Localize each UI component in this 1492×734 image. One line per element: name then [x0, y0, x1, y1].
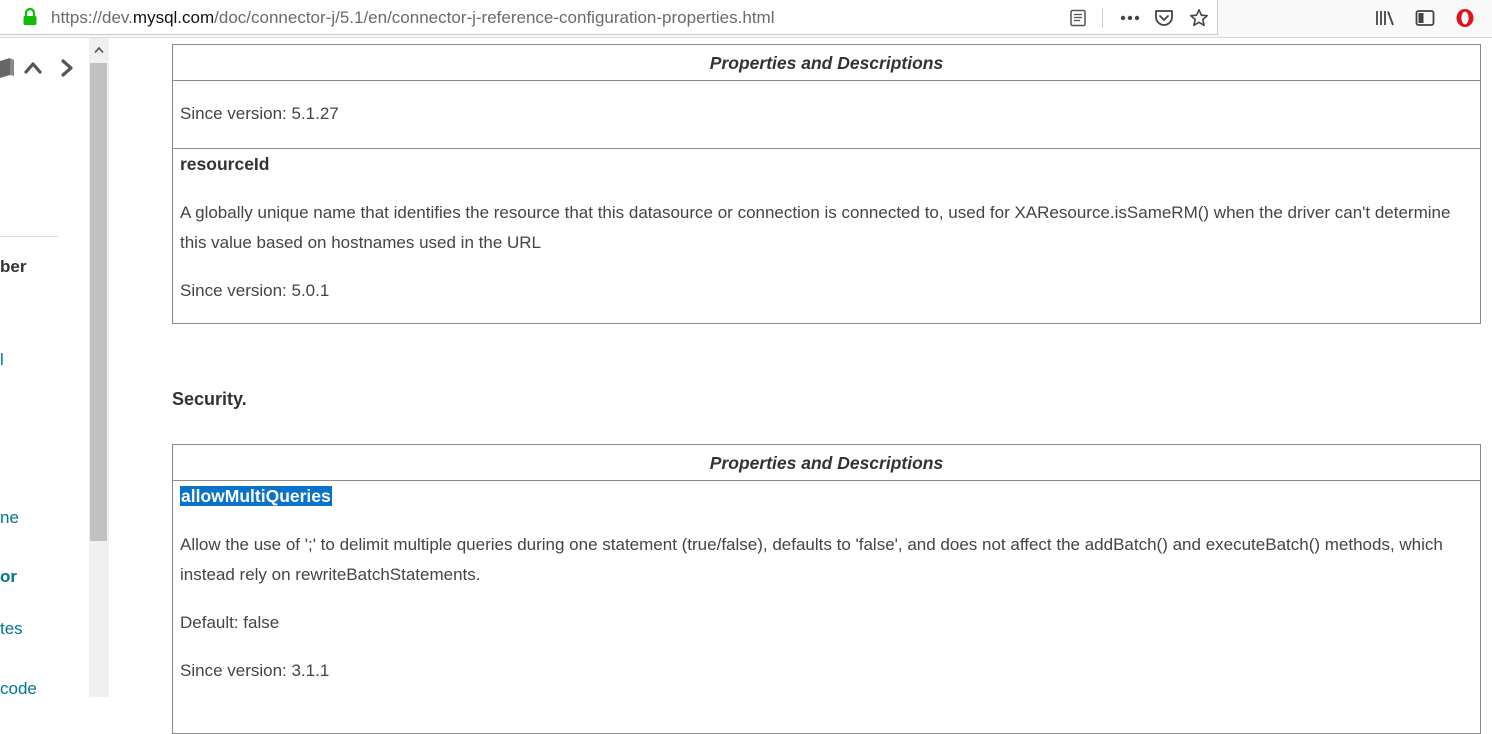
- since-version: Since version: 5.1.27: [180, 104, 339, 123]
- properties-table: Properties and Descriptions allowMultiQu…: [172, 444, 1481, 734]
- address-bar[interactable]: https://dev.mysql.com/doc/connector-j/5.…: [0, 0, 1218, 35]
- url-text[interactable]: https://dev.mysql.com/doc/connector-j/5.…: [51, 8, 774, 28]
- sidebar-heading-fragment: ber: [0, 257, 27, 276]
- properties-table: Properties and Descriptions Since versio…: [172, 44, 1481, 324]
- sidebar-divider: [0, 236, 58, 237]
- table-row: Since version: 5.1.27: [173, 81, 1480, 149]
- book-icon[interactable]: [0, 57, 14, 84]
- scroll-up-arrow-icon[interactable]: [89, 42, 109, 58]
- since-version: Since version: 5.0.1: [180, 281, 330, 300]
- url-domain: mysql.com: [132, 8, 215, 27]
- sidebar-toggle-icon[interactable]: [1414, 7, 1436, 29]
- reader-view-icon[interactable]: [1067, 7, 1089, 29]
- property-description: A globally unique name that identifies t…: [180, 203, 1451, 252]
- default-value: Default: false: [180, 613, 280, 632]
- since-version: Since version: 3.1.1: [180, 661, 330, 680]
- toolbar-separator: [1102, 8, 1103, 28]
- lock-icon[interactable]: [22, 7, 38, 26]
- table-row: resourceId A globally unique name that i…: [173, 149, 1480, 306]
- page-actions-icon[interactable]: [1119, 7, 1141, 29]
- pocket-icon[interactable]: [1153, 7, 1175, 29]
- url-prefix: https://dev.: [51, 8, 133, 27]
- library-icon[interactable]: [1374, 7, 1396, 29]
- property-description: Allow the use of ';' to delimit multiple…: [180, 535, 1443, 584]
- table-header: Properties and Descriptions: [173, 45, 1480, 81]
- table-row: allowMultiQueries Allow the use of ';' t…: [173, 481, 1480, 686]
- table-header: Properties and Descriptions: [173, 445, 1480, 481]
- property-name: resourceId: [180, 154, 270, 174]
- bookmark-star-icon[interactable]: [1188, 7, 1210, 29]
- sidebar-link-fragment[interactable]: tes: [0, 619, 23, 639]
- sidebar-nav-tools: [0, 56, 89, 80]
- property-name-selected[interactable]: allowMultiQueries: [180, 486, 332, 506]
- sidebar-link-fragment[interactable]: ne: [0, 508, 19, 528]
- opera-icon[interactable]: [1454, 7, 1476, 29]
- scrollbar-thumb[interactable]: [90, 63, 107, 541]
- sidebar-link-fragment[interactable]: l: [0, 350, 4, 370]
- browser-toolbar: https://dev.mysql.com/doc/connector-j/5.…: [0, 0, 1492, 38]
- sidebar-link-fragment[interactable]: or: [0, 567, 17, 587]
- url-path: /doc/connector-j/5.1/en/connector-j-refe…: [214, 8, 775, 27]
- doc-sidebar: ber l ne or tes code: [0, 38, 89, 697]
- sidebar-scrollbar[interactable]: [89, 38, 109, 697]
- sidebar-link-fragment[interactable]: code: [0, 679, 37, 697]
- chevron-right-icon[interactable]: [58, 58, 76, 83]
- section-heading: Security.: [172, 389, 247, 409]
- chevron-up-icon[interactable]: [23, 58, 43, 83]
- doc-content: Properties and Descriptions Since versio…: [110, 38, 1492, 734]
